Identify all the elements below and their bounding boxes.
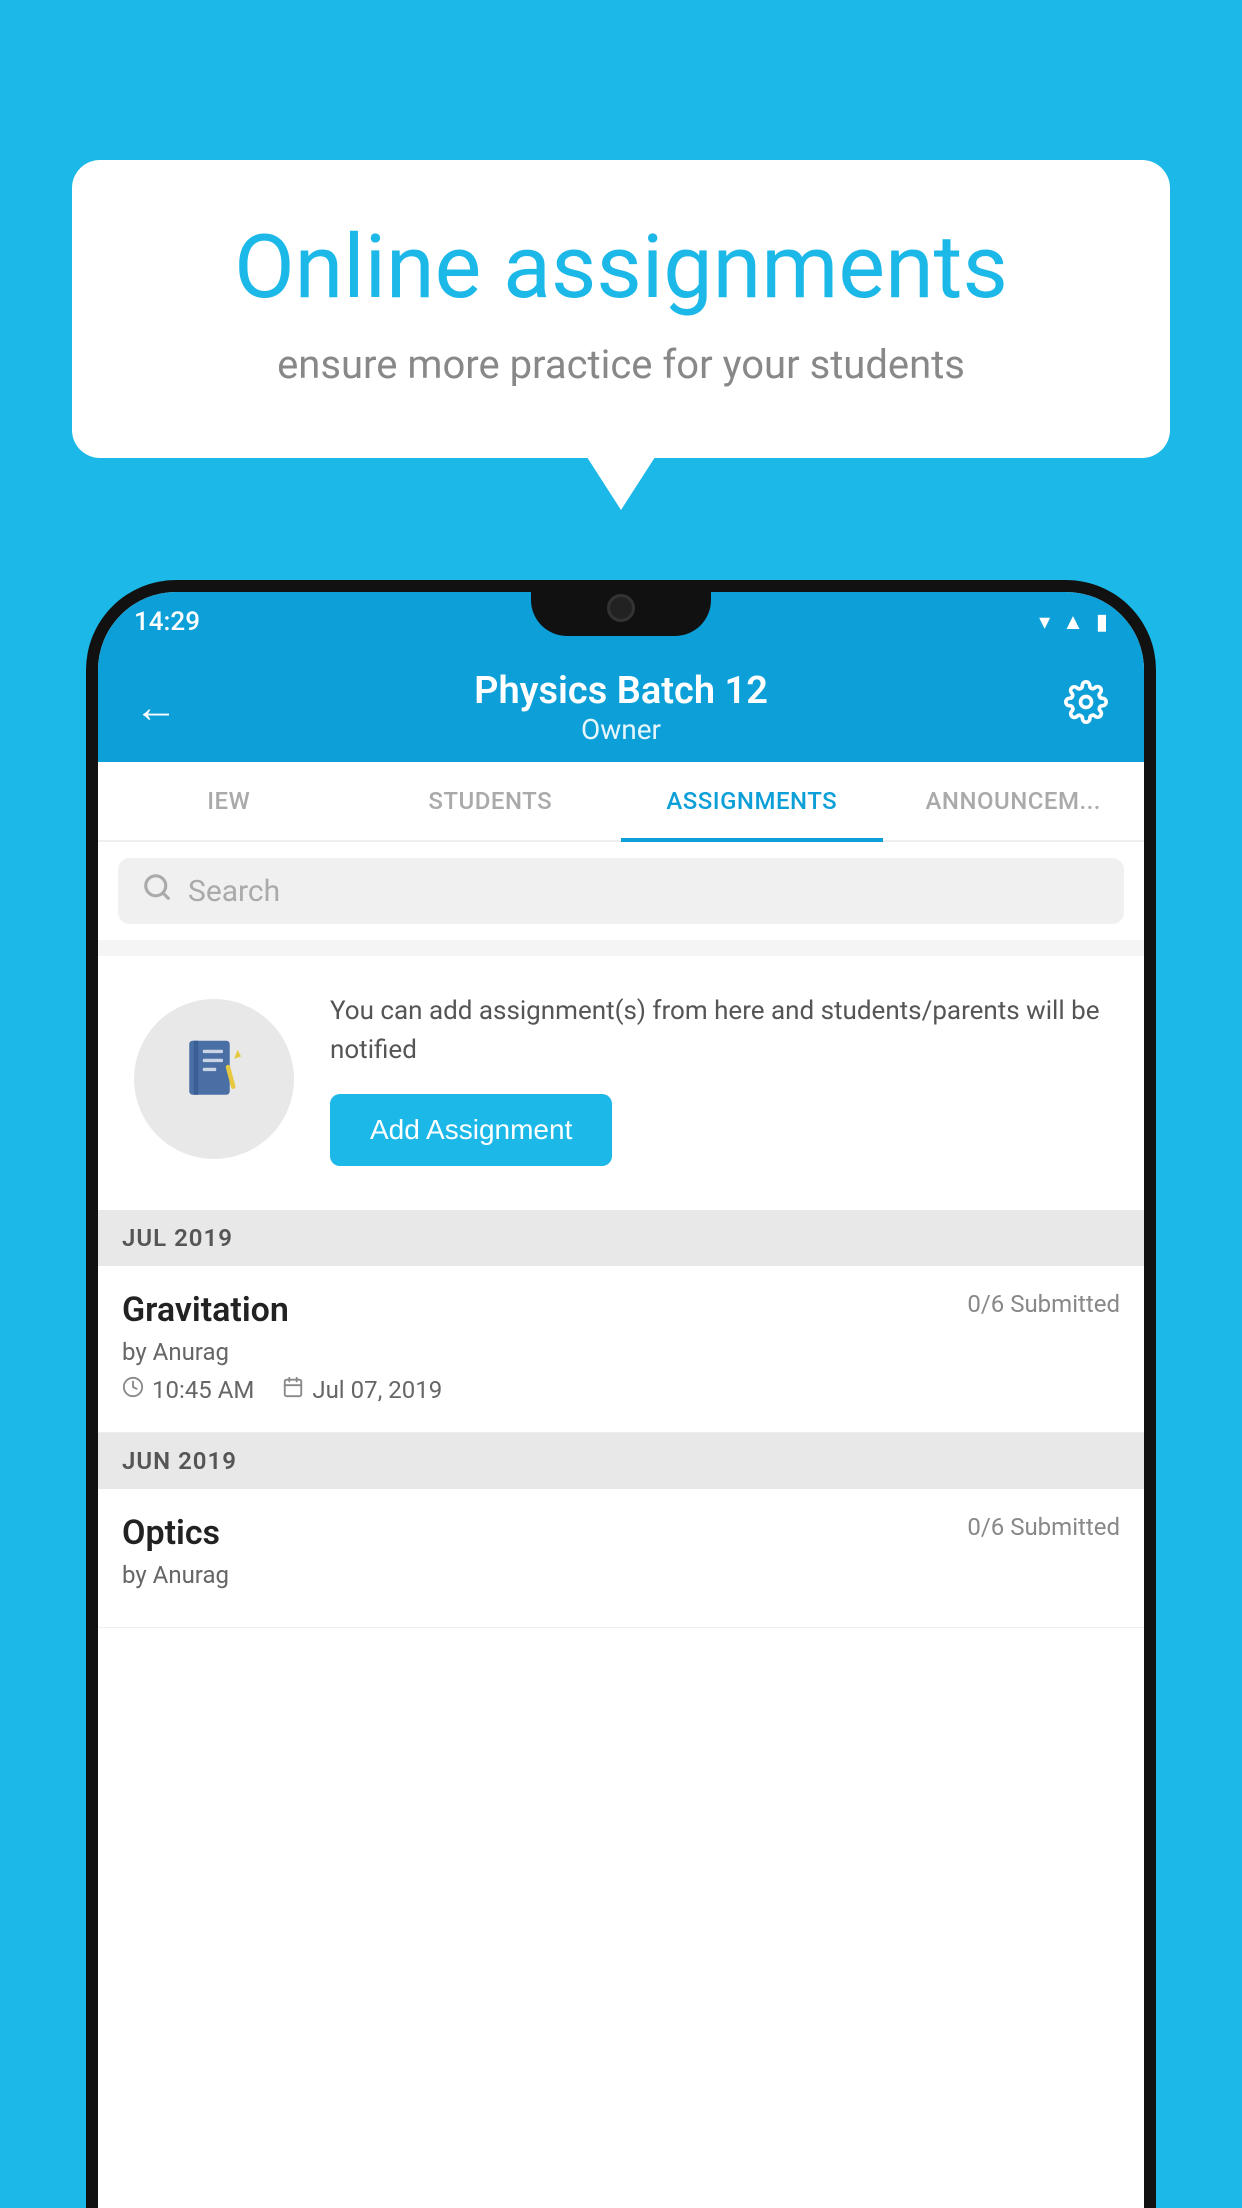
search-icon: [142, 872, 172, 910]
phone-screen: 14:29 ▾ ▲ ▮ ← Physics Batch 12 Owner: [98, 592, 1144, 2208]
calendar-icon: [282, 1376, 304, 1404]
assignment-by-optics: by Anurag: [122, 1561, 1120, 1589]
app-header: ← Physics Batch 12 Owner: [98, 652, 1144, 762]
clock-icon: [122, 1376, 144, 1404]
status-time: 14:29: [134, 607, 200, 637]
header-center: Physics Batch 12 Owner: [474, 669, 768, 746]
assignment-top-optics: Optics 0/6 Submitted: [122, 1513, 1120, 1553]
header-subtitle: Owner: [474, 713, 768, 746]
assignment-item-gravitation[interactable]: Gravitation 0/6 Submitted by Anurag 10:4…: [98, 1266, 1144, 1433]
speech-bubble: Online assignments ensure more practice …: [72, 160, 1170, 458]
notebook-icon: [178, 1034, 250, 1124]
tab-announcements[interactable]: ANNOUNCEM...: [883, 764, 1145, 842]
assignment-date-value: Jul 07, 2019: [312, 1376, 442, 1404]
assignment-time-value: 10:45 AM: [152, 1376, 254, 1404]
tabs-bar: IEW STUDENTS ASSIGNMENTS ANNOUNCEM...: [98, 762, 1144, 842]
tab-assignments[interactable]: ASSIGNMENTS: [621, 764, 883, 842]
signal-icon: ▲: [1062, 609, 1084, 635]
content-area: Search: [98, 842, 1144, 1628]
assignment-icon-circle: [134, 999, 294, 1159]
tab-students[interactable]: STUDENTS: [360, 764, 622, 842]
battery-icon: ▮: [1096, 610, 1108, 635]
assignment-item-optics[interactable]: Optics 0/6 Submitted by Anurag: [98, 1489, 1144, 1628]
assignment-top: Gravitation 0/6 Submitted: [122, 1290, 1120, 1330]
front-camera: [607, 594, 635, 622]
assignment-name-optics: Optics: [122, 1513, 220, 1553]
assignment-date: Jul 07, 2019: [282, 1376, 442, 1404]
section-header-jul2019: JUL 2019: [98, 1210, 1144, 1266]
wifi-icon: ▾: [1039, 610, 1050, 635]
status-icons: ▾ ▲ ▮: [1039, 609, 1108, 635]
add-assignment-text: You can add assignment(s) from here and …: [330, 992, 1108, 1166]
assignment-submitted: 0/6 Submitted: [967, 1290, 1120, 1318]
assignment-submitted-optics: 0/6 Submitted: [967, 1513, 1120, 1541]
add-assignment-section: You can add assignment(s) from here and …: [98, 956, 1144, 1210]
bubble-title: Online assignments: [142, 220, 1100, 317]
speech-bubble-container: Online assignments ensure more practice …: [72, 160, 1170, 458]
assignment-name: Gravitation: [122, 1290, 289, 1330]
search-placeholder: Search: [188, 874, 280, 909]
header-title: Physics Batch 12: [474, 669, 768, 713]
bubble-subtitle: ensure more practice for your students: [142, 341, 1100, 388]
add-assignment-description: You can add assignment(s) from here and …: [330, 992, 1108, 1070]
back-button[interactable]: ←: [134, 681, 178, 733]
phone-frame: 14:29 ▾ ▲ ▮ ← Physics Batch 12 Owner: [86, 580, 1156, 2208]
settings-button[interactable]: [1064, 680, 1108, 735]
assignment-time: 10:45 AM: [122, 1376, 254, 1404]
tab-overview[interactable]: IEW: [98, 764, 360, 842]
phone-notch: [531, 580, 711, 636]
add-assignment-button[interactable]: Add Assignment: [330, 1094, 612, 1166]
assignment-by: by Anurag: [122, 1338, 1120, 1366]
section-header-jun2019: JUN 2019: [98, 1433, 1144, 1489]
assignment-meta: 10:45 AM Jul 07, 2019: [122, 1376, 1120, 1404]
search-container: Search: [98, 842, 1144, 940]
search-input-wrap[interactable]: Search: [118, 858, 1124, 924]
